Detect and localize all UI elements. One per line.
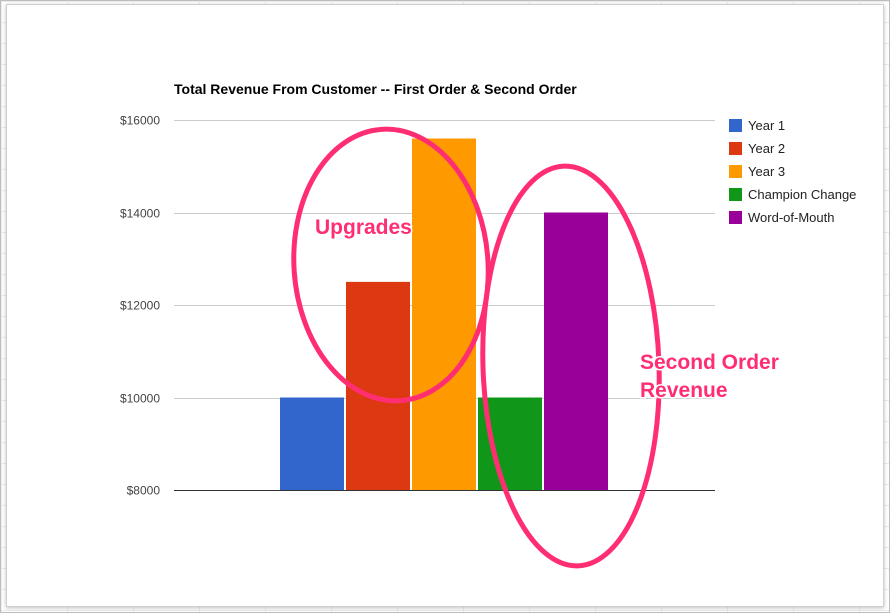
chart-title: Total Revenue From Customer -- First Ord… (174, 81, 577, 97)
legend-label: Year 3 (748, 164, 785, 179)
y-tick-label: $14000 (120, 207, 160, 221)
legend: Year 1 Year 2 Year 3 Champion Change Word-of… (729, 118, 856, 225)
bar-year-1 (280, 397, 344, 490)
revenue-bar-chart: Total Revenue From Customer -- First Ord… (120, 81, 856, 569)
y-tick-label: $10000 (120, 392, 160, 406)
legend-label: Year 1 (748, 118, 785, 133)
bar-word-of-mouth (544, 212, 608, 490)
upgrades-annotation: Upgrades (315, 216, 412, 239)
legend-swatch (729, 119, 742, 132)
legend-label: Word-of-Mouth (748, 210, 834, 225)
legend-label: Champion Change (748, 187, 856, 202)
bar-year-3 (412, 138, 476, 490)
y-tick-label: $16000 (120, 114, 160, 128)
bars (280, 138, 608, 490)
y-tick-label: $12000 (120, 299, 160, 313)
bar-year-2 (346, 281, 410, 490)
legend-swatch (729, 188, 742, 201)
legend-label: Year 2 (748, 141, 785, 156)
legend-swatch (729, 165, 742, 178)
y-axis-ticks: $8000 $10000 $12000 $14000 $16000 (120, 114, 160, 498)
y-tick-label: $8000 (127, 484, 161, 498)
legend-swatch (729, 211, 742, 224)
legend-swatch (729, 142, 742, 155)
